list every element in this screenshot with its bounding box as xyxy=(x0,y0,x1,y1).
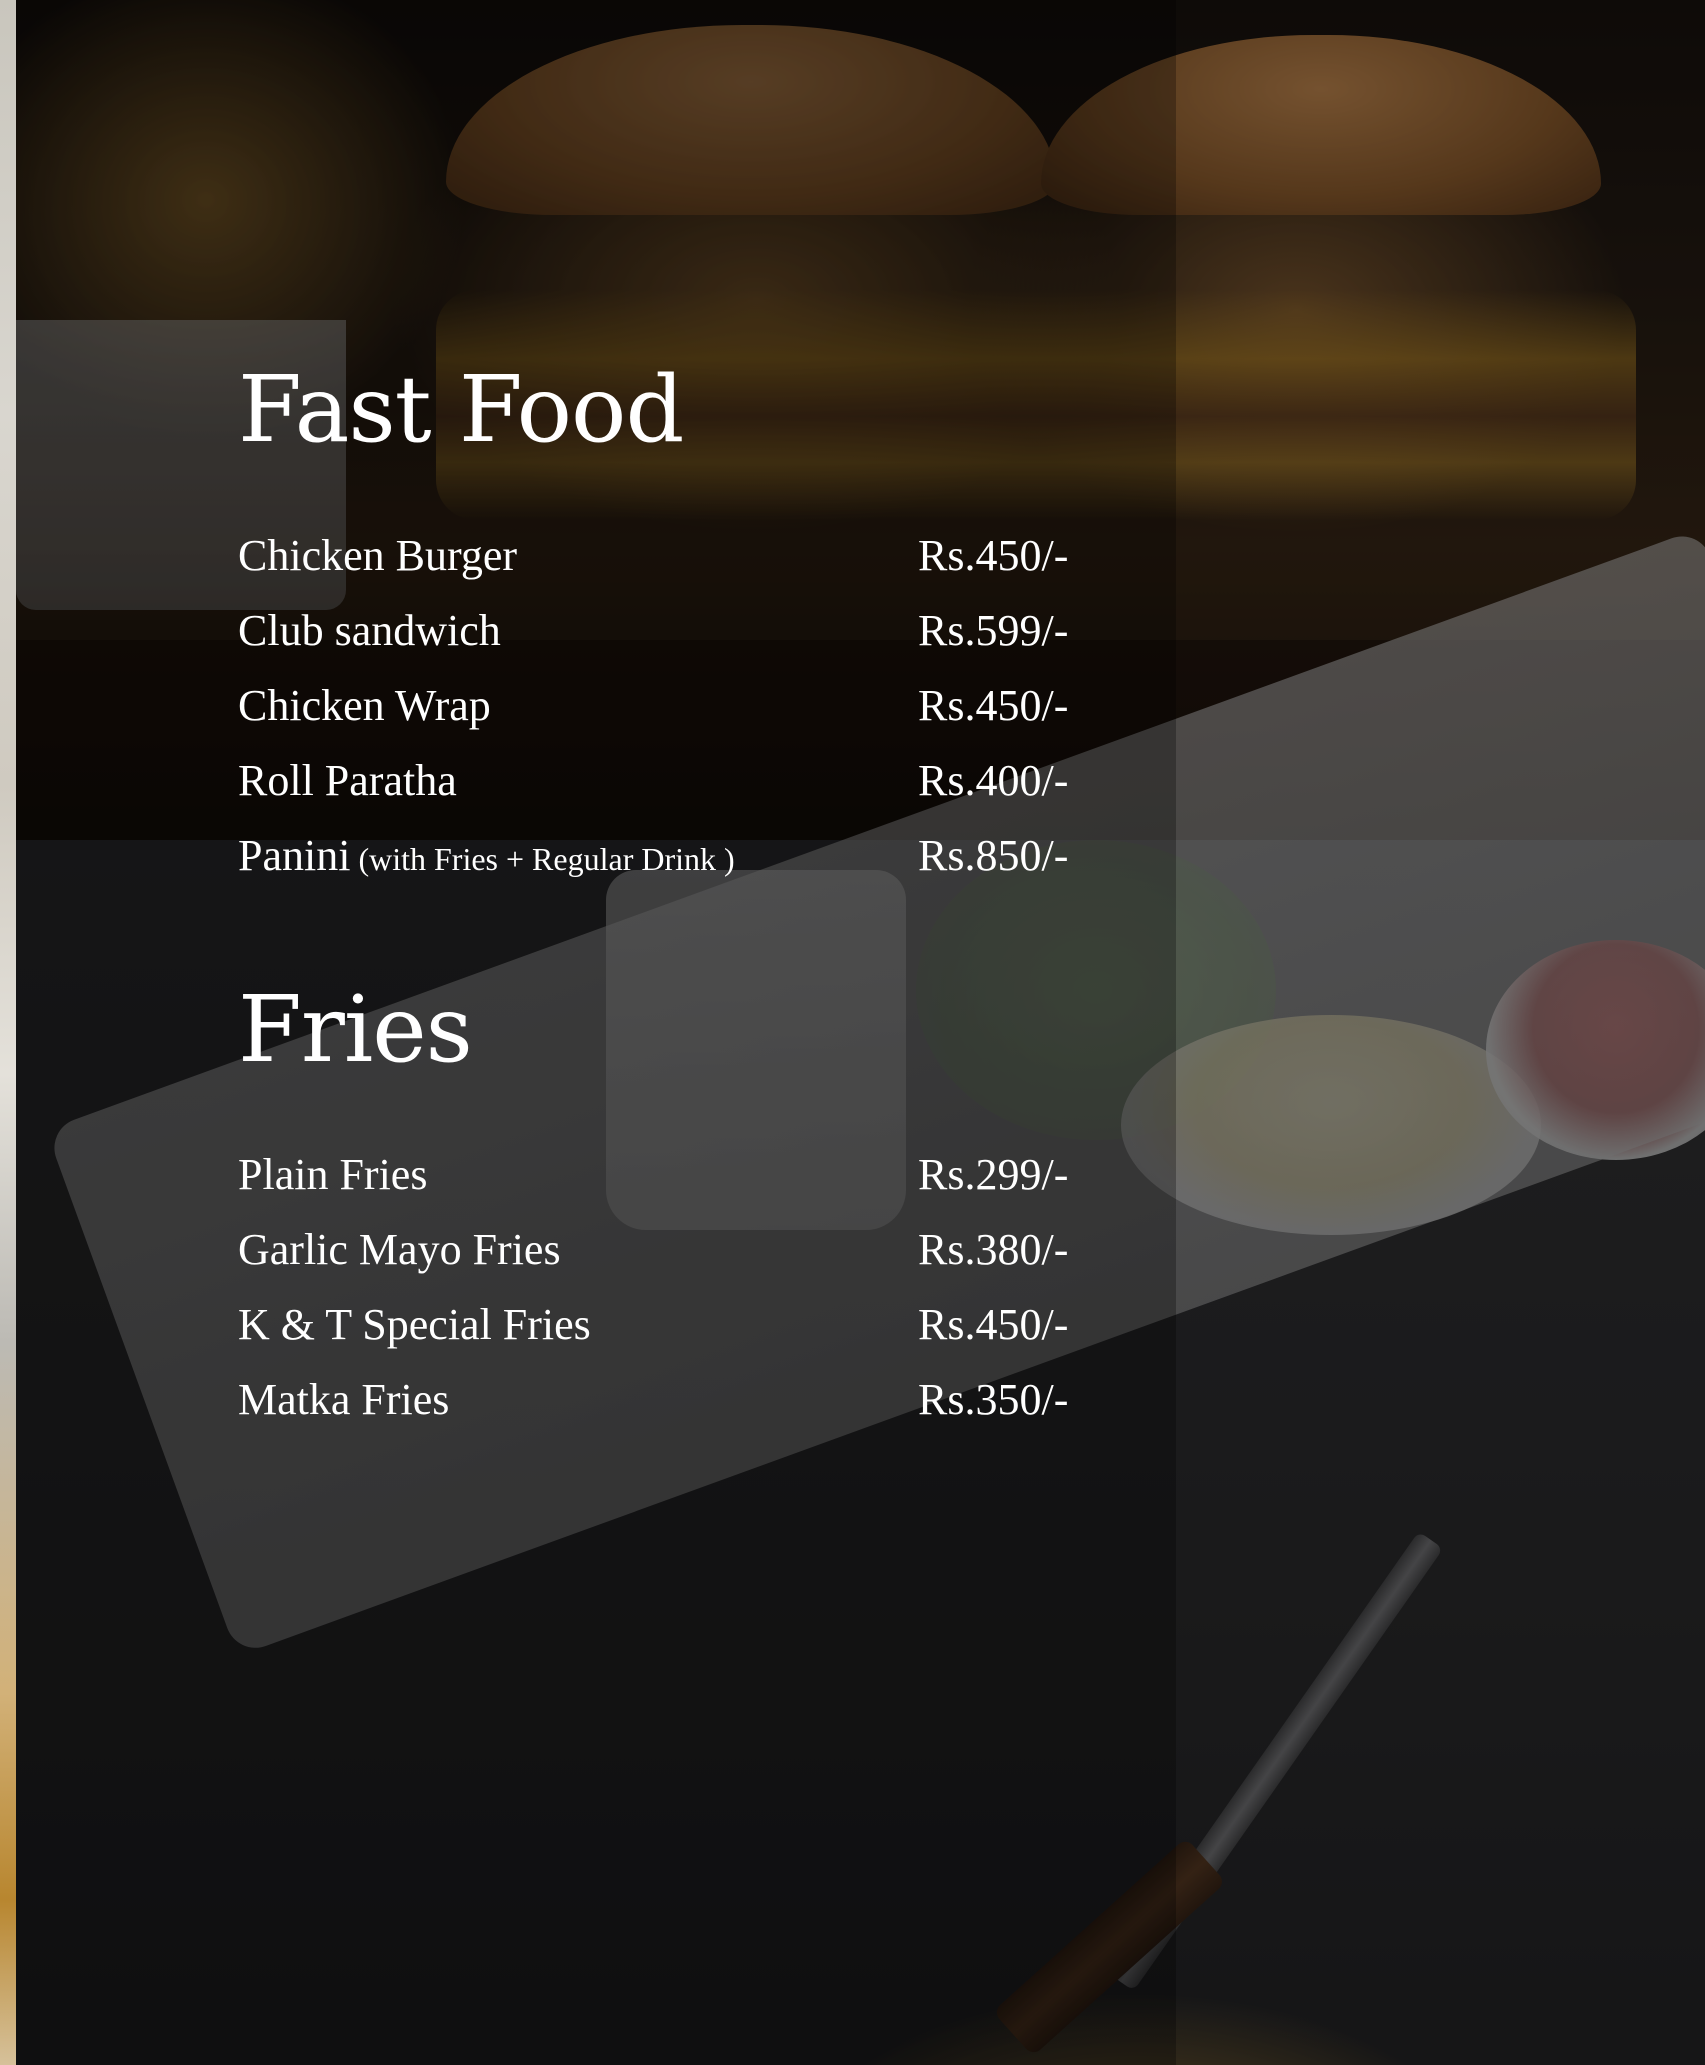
item-price: Rs.599/- xyxy=(918,606,1069,655)
menu-item-club-sandwich: Club sandwich Rs.599/- xyxy=(238,593,1098,668)
item-name: Garlic Mayo Fries xyxy=(238,1225,561,1274)
section-title-fast-food: Fast Food xyxy=(238,356,684,463)
item-name: Roll Paratha xyxy=(238,756,457,805)
item-price: Rs.400/- xyxy=(918,756,1069,805)
menu-item-plain-fries: Plain Fries Rs.299/- xyxy=(238,1137,1098,1212)
item-name: Matka Fries xyxy=(238,1375,450,1424)
item-price: Rs.380/- xyxy=(918,1225,1069,1274)
item-name: K & T Special Fries xyxy=(238,1300,591,1349)
item-name: Chicken Burger xyxy=(238,531,518,580)
item-name: Chicken Wrap xyxy=(238,681,491,730)
menu-item-chicken-burger: Chicken Burger Rs.450/- xyxy=(238,518,1098,593)
item-price: Rs.350/- xyxy=(918,1375,1069,1424)
menu-item-matka-fries: Matka Fries Rs.350/- xyxy=(238,1362,1098,1437)
menu-page: Fast Food Chicken Burger Rs.450/- Club s… xyxy=(0,0,1705,2065)
menu-item-garlic-mayo-fries: Garlic Mayo Fries Rs.380/- xyxy=(238,1212,1098,1287)
menu-item-chicken-wrap: Chicken Wrap Rs.450/- xyxy=(238,668,1098,743)
section-title-fries: Fries xyxy=(238,976,473,1083)
text-panel-overlay xyxy=(16,0,1176,2065)
item-note: (with Fries + Regular Drink ) xyxy=(350,841,735,877)
item-price: Rs.450/- xyxy=(918,531,1069,580)
item-price: Rs.450/- xyxy=(918,1300,1069,1349)
item-name: Club sandwich xyxy=(238,606,501,655)
fast-food-list: Chicken Burger Rs.450/- Club sandwich Rs… xyxy=(238,518,1098,893)
item-price: Rs.299/- xyxy=(918,1150,1069,1199)
item-name: Plain Fries xyxy=(238,1150,428,1199)
adjacent-page-edge xyxy=(0,0,16,2065)
menu-item-kt-special-fries: K & T Special Fries Rs.450/- xyxy=(238,1287,1098,1362)
menu-item-panini: Panini (with Fries + Regular Drink ) Rs.… xyxy=(238,818,1098,893)
item-price: Rs.450/- xyxy=(918,681,1069,730)
menu-item-roll-paratha: Roll Paratha Rs.400/- xyxy=(238,743,1098,818)
item-price: Rs.850/- xyxy=(918,831,1069,880)
fries-list: Plain Fries Rs.299/- Garlic Mayo Fries R… xyxy=(238,1137,1098,1437)
item-name: Panini (with Fries + Regular Drink ) xyxy=(238,831,735,880)
